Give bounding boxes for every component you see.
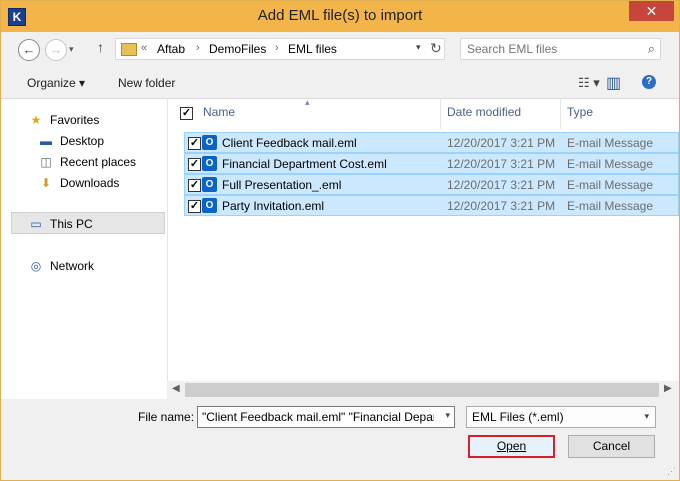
nav-network[interactable]: ◎ Network bbox=[28, 256, 94, 276]
open-button[interactable]: Open bbox=[468, 435, 555, 458]
navigation-bar: ← → ▾ ↑ « Aftab › DemoFiles › EML files … bbox=[1, 32, 679, 68]
file-date: 12/20/2017 3:21 PM bbox=[447, 178, 556, 192]
file-checkbox[interactable]: ✓ bbox=[188, 158, 201, 171]
file-name: Financial Department Cost.eml bbox=[222, 157, 387, 171]
nav-this-pc-label: This PC bbox=[50, 217, 93, 231]
column-header-type[interactable]: Type bbox=[567, 105, 593, 119]
recent-locations-dropdown[interactable]: ▾ bbox=[69, 44, 74, 55]
nav-this-pc[interactable]: ▭ This PC bbox=[28, 214, 93, 234]
file-checkbox[interactable]: ✓ bbox=[188, 200, 201, 213]
network-icon: ◎ bbox=[30, 259, 42, 273]
outlook-file-icon: O bbox=[202, 135, 217, 150]
nav-network-label: Network bbox=[50, 259, 95, 273]
outlook-file-icon: O bbox=[202, 198, 217, 213]
file-type: E-mail Message bbox=[567, 157, 654, 171]
nav-favorites[interactable]: ★ Favorites bbox=[28, 110, 100, 130]
nav-recent-places[interactable]: ◫ Recent places bbox=[38, 152, 136, 172]
back-button[interactable]: ← bbox=[18, 39, 40, 61]
cancel-button[interactable]: Cancel bbox=[568, 435, 655, 458]
folder-icon bbox=[121, 43, 137, 56]
file-checkbox[interactable]: ✓ bbox=[188, 137, 201, 150]
address-bar[interactable]: « Aftab › DemoFiles › EML files ▾ ↻ bbox=[115, 38, 445, 60]
column-header-date-modified[interactable]: Date modified bbox=[447, 105, 521, 119]
file-name-input[interactable] bbox=[202, 410, 434, 424]
breadcrumb-demofiles[interactable]: DemoFiles bbox=[209, 42, 266, 56]
nav-desktop-label: Desktop bbox=[60, 134, 105, 148]
search-input[interactable] bbox=[467, 42, 627, 56]
search-icon[interactable]: ⌕ bbox=[648, 41, 655, 57]
refresh-icon[interactable]: ↻ bbox=[430, 40, 442, 57]
file-name-dropdown-icon[interactable]: ▾ bbox=[445, 410, 450, 421]
organize-button[interactable]: Organize ▾ bbox=[27, 76, 85, 90]
downloads-icon: ⬇ bbox=[40, 176, 52, 190]
file-type: E-mail Message bbox=[567, 136, 654, 150]
browser-area: ★ Favorites ▬ Desktop ◫ Recent places ⬇ Down… bbox=[1, 97, 679, 400]
close-button[interactable]: ✕ bbox=[629, 1, 674, 21]
nav-downloads[interactable]: ⬇ Downloads bbox=[38, 173, 119, 193]
scroll-right-arrow[interactable]: ▶ bbox=[664, 383, 672, 394]
star-icon: ★ bbox=[30, 113, 42, 127]
breadcrumb-overflow[interactable]: « bbox=[141, 42, 147, 54]
scroll-left-arrow[interactable]: ◀ bbox=[172, 383, 180, 394]
file-name: Full Presentation_.eml bbox=[222, 178, 342, 192]
bottom-panel: File name: ▾ EML Files (*.eml) ▾ Open Ca… bbox=[1, 399, 679, 480]
nav-downloads-label: Downloads bbox=[60, 176, 120, 190]
file-row[interactable]: ✓ O Financial Department Cost.eml 12/20/… bbox=[184, 153, 679, 174]
desktop-icon: ▬ bbox=[40, 134, 52, 148]
command-toolbar: Organize ▾ New folder ☷ ▾ ▥ ? bbox=[1, 68, 679, 98]
breadcrumb-eml-files[interactable]: EML files bbox=[288, 42, 337, 56]
file-date: 12/20/2017 3:21 PM bbox=[447, 157, 556, 171]
dialog-title: Add EML file(s) to import bbox=[257, 7, 423, 24]
dialog-window: K Add EML file(s) to import ✕ ← → ▾ ↑ « … bbox=[0, 0, 680, 481]
forward-button[interactable]: → bbox=[45, 39, 67, 61]
file-row[interactable]: ✓ O Party Invitation.eml 12/20/2017 3:21… bbox=[184, 195, 679, 216]
file-row[interactable]: ✓ O Client Feedback mail.eml 12/20/2017 … bbox=[184, 132, 679, 153]
outlook-file-icon: O bbox=[202, 156, 217, 171]
file-name: Client Feedback mail.eml bbox=[222, 136, 357, 150]
file-name: Party Invitation.eml bbox=[222, 199, 325, 213]
file-date: 12/20/2017 3:21 PM bbox=[447, 199, 556, 213]
file-row[interactable]: ✓ O Full Presentation_.eml 12/20/2017 3:… bbox=[184, 174, 679, 195]
chevron-down-icon: ▾ bbox=[644, 411, 649, 421]
scrollbar-thumb[interactable] bbox=[185, 383, 659, 397]
navigation-pane: ★ Favorites ▬ Desktop ◫ Recent places ⬇ Down… bbox=[1, 99, 168, 400]
file-type-filter-value: EML Files (*.eml) bbox=[472, 410, 564, 424]
file-date: 12/20/2017 3:21 PM bbox=[447, 136, 556, 150]
file-list: ✓ Name ▴ Date modified Type ✓ O Client F… bbox=[167, 97, 679, 400]
file-type: E-mail Message bbox=[567, 178, 654, 192]
nav-desktop[interactable]: ▬ Desktop bbox=[38, 131, 104, 151]
breadcrumb-separator: › bbox=[275, 42, 279, 54]
open-button-label: Open bbox=[496, 439, 527, 453]
recent-places-icon: ◫ bbox=[40, 155, 52, 169]
breadcrumb-separator: › bbox=[196, 42, 200, 54]
preview-pane-icon[interactable]: ▥ bbox=[606, 73, 621, 93]
file-type-filter[interactable]: EML Files (*.eml) ▾ bbox=[466, 406, 656, 428]
file-name-label: File name: bbox=[138, 410, 195, 424]
breadcrumb-aftab[interactable]: Aftab bbox=[157, 42, 185, 56]
help-icon[interactable]: ? bbox=[642, 75, 656, 89]
computer-icon: ▭ bbox=[30, 217, 42, 231]
view-options-icon[interactable]: ☷ ▾ bbox=[578, 75, 600, 91]
title-bar: K Add EML file(s) to import ✕ bbox=[1, 1, 679, 32]
file-checkbox[interactable]: ✓ bbox=[188, 179, 201, 192]
new-folder-button[interactable]: New folder bbox=[118, 76, 175, 90]
column-header-name[interactable]: Name bbox=[203, 105, 235, 119]
outlook-file-icon: O bbox=[202, 177, 217, 192]
file-type: E-mail Message bbox=[567, 199, 654, 213]
search-box[interactable]: ⌕ bbox=[460, 38, 661, 60]
resize-grip-icon[interactable]: ⋰ bbox=[667, 466, 676, 477]
file-name-combobox[interactable]: ▾ bbox=[197, 406, 455, 428]
up-button[interactable]: ↑ bbox=[97, 39, 104, 55]
nav-favorites-label: Favorites bbox=[50, 113, 100, 127]
sort-ascending-icon: ▴ bbox=[305, 97, 310, 107]
select-all-checkbox[interactable]: ✓ bbox=[180, 107, 193, 120]
horizontal-scrollbar[interactable]: ◀ ▶ bbox=[167, 381, 679, 399]
column-divider[interactable] bbox=[440, 99, 441, 129]
nav-recent-places-label: Recent places bbox=[60, 155, 137, 169]
address-dropdown-icon[interactable]: ▾ bbox=[416, 42, 421, 53]
column-divider[interactable] bbox=[560, 99, 561, 129]
